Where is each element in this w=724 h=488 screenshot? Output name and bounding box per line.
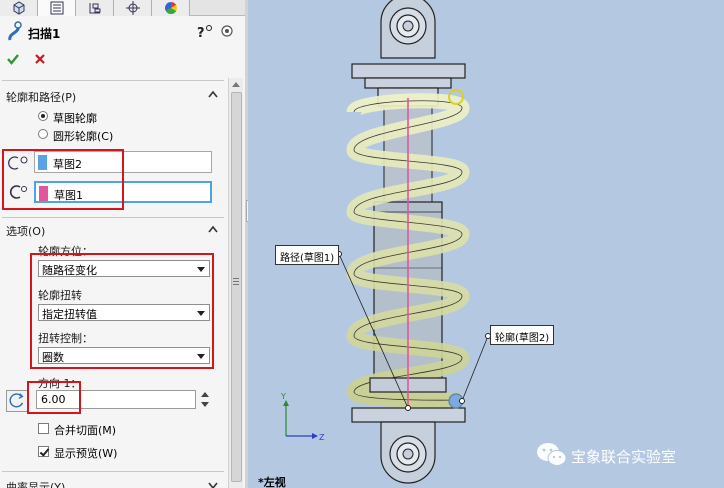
- dropdown-arrow-icon: [197, 311, 205, 316]
- chevron-down-icon[interactable]: [208, 481, 218, 488]
- profile-selector-icon: [8, 156, 28, 170]
- wechat-icon: [537, 443, 567, 466]
- scroll-up-icon[interactable]: [232, 82, 240, 87]
- axis-y-label: Y: [280, 392, 286, 401]
- spring-model: Y Z: [280, 0, 491, 484]
- orientation-value: 随路径变化: [42, 264, 97, 277]
- orientation-dropdown[interactable]: 随路径变化: [38, 260, 210, 277]
- section-header-profile-path[interactable]: 轮廓和路径(P): [6, 89, 76, 105]
- dropdown-arrow-icon: [197, 267, 205, 272]
- merge-tangent-checkbox[interactable]: [38, 423, 49, 434]
- path-selection-text: 草图1: [54, 189, 83, 202]
- show-preview-label: 显示预览(W): [54, 447, 118, 460]
- grip-line: [233, 281, 239, 282]
- direction-value-input[interactable]: 6.00: [36, 390, 196, 409]
- help-icon[interactable]: ?: [196, 24, 214, 40]
- divider: [2, 80, 224, 81]
- merge-tangent-label: 合并切面(M): [54, 424, 117, 437]
- feature-tree-icon: [13, 1, 25, 15]
- profile-color-swatch: [38, 155, 47, 170]
- twist-control-value: 圈数: [42, 351, 64, 364]
- radio-circular-profile[interactable]: [38, 129, 48, 139]
- direction-value: 6.00: [41, 393, 66, 406]
- top-spring-plate: [351, 63, 466, 79]
- section-header-options[interactable]: 选项(O): [6, 223, 45, 239]
- property-list-icon: [50, 1, 64, 15]
- watermark-text: 宝象联合实验室: [571, 448, 677, 466]
- twist-control-dropdown[interactable]: 圈数: [38, 347, 210, 364]
- path-selection-box[interactable]: 草图1: [34, 181, 212, 203]
- pin-icon[interactable]: [220, 24, 234, 38]
- configuration-icon: [89, 3, 101, 14]
- coordinate-triad: Y Z: [280, 392, 325, 442]
- panel-scrollbar[interactable]: [228, 78, 243, 488]
- feature-title: 扫描1: [28, 27, 61, 41]
- crosshair-icon: [126, 1, 140, 15]
- cancel-x-icon[interactable]: [33, 52, 47, 66]
- scrollbar-thumb[interactable]: [231, 92, 242, 482]
- path-selector-icon: [9, 185, 27, 199]
- profile-selection-box[interactable]: 草图2: [34, 151, 212, 173]
- callout-path[interactable]: 路径(草图1): [275, 245, 340, 265]
- spinner-up-icon[interactable]: [201, 392, 209, 397]
- orientation-label: 轮廓方位：: [38, 245, 93, 258]
- help-glyph: ?: [197, 26, 205, 40]
- sweep-icon: [8, 21, 22, 41]
- path-color-swatch: [39, 186, 48, 201]
- tab-property-manager[interactable]: [38, 0, 76, 16]
- radio-sketch-profile[interactable]: [38, 111, 48, 121]
- section-header-curvature[interactable]: 曲率显示(Y): [6, 479, 65, 488]
- twist-label: 轮廓扭转: [38, 289, 82, 302]
- ok-check-icon[interactable]: [6, 52, 20, 66]
- graphics-viewport[interactable]: Y Z 路径(草图1) 轮廓(草图2) *左视 宝象联合实验室: [248, 0, 724, 488]
- twist-dropdown[interactable]: 指定扭转值: [38, 304, 210, 321]
- direction-label: 方向 1：: [38, 377, 82, 390]
- chevron-up-icon[interactable]: [208, 90, 218, 98]
- view-orientation-label: *左视: [258, 476, 286, 488]
- direction-spinner[interactable]: [199, 390, 211, 409]
- tab-feature-manager[interactable]: [0, 0, 38, 16]
- tab-display-manager[interactable]: [152, 0, 190, 16]
- profile-selection-text: 草图2: [53, 158, 82, 171]
- radio-circular-profile-label: 圆形轮廓(C): [53, 130, 114, 143]
- tab-dimxpert-manager[interactable]: [114, 0, 152, 16]
- manager-tabs: [0, 0, 245, 16]
- callout-profile[interactable]: 轮廓(草图2): [490, 325, 555, 345]
- axis-z-label: Z: [319, 433, 325, 442]
- grip-line: [233, 284, 239, 285]
- twist-control-label: 扭转控制：: [38, 332, 93, 345]
- grip-line: [233, 278, 239, 279]
- chevron-up-icon[interactable]: [208, 225, 218, 233]
- color-wheel-icon: [164, 1, 178, 15]
- divider: [2, 217, 224, 218]
- tab-configuration-manager[interactable]: [76, 0, 114, 16]
- direction-twist-icon[interactable]: [6, 390, 28, 412]
- twist-value: 指定扭转值: [42, 308, 97, 321]
- divider: [2, 471, 224, 472]
- property-manager-panel: 扫描1 ? 轮廓和路径(P) 草图轮廓 圆形轮廓(C) 草图2 草图1 选项(O…: [0, 0, 245, 488]
- radio-sketch-profile-label: 草图轮廓: [53, 112, 97, 125]
- show-preview-checkbox[interactable]: [38, 446, 49, 457]
- spinner-down-icon[interactable]: [201, 402, 209, 407]
- dropdown-arrow-icon: [197, 354, 205, 359]
